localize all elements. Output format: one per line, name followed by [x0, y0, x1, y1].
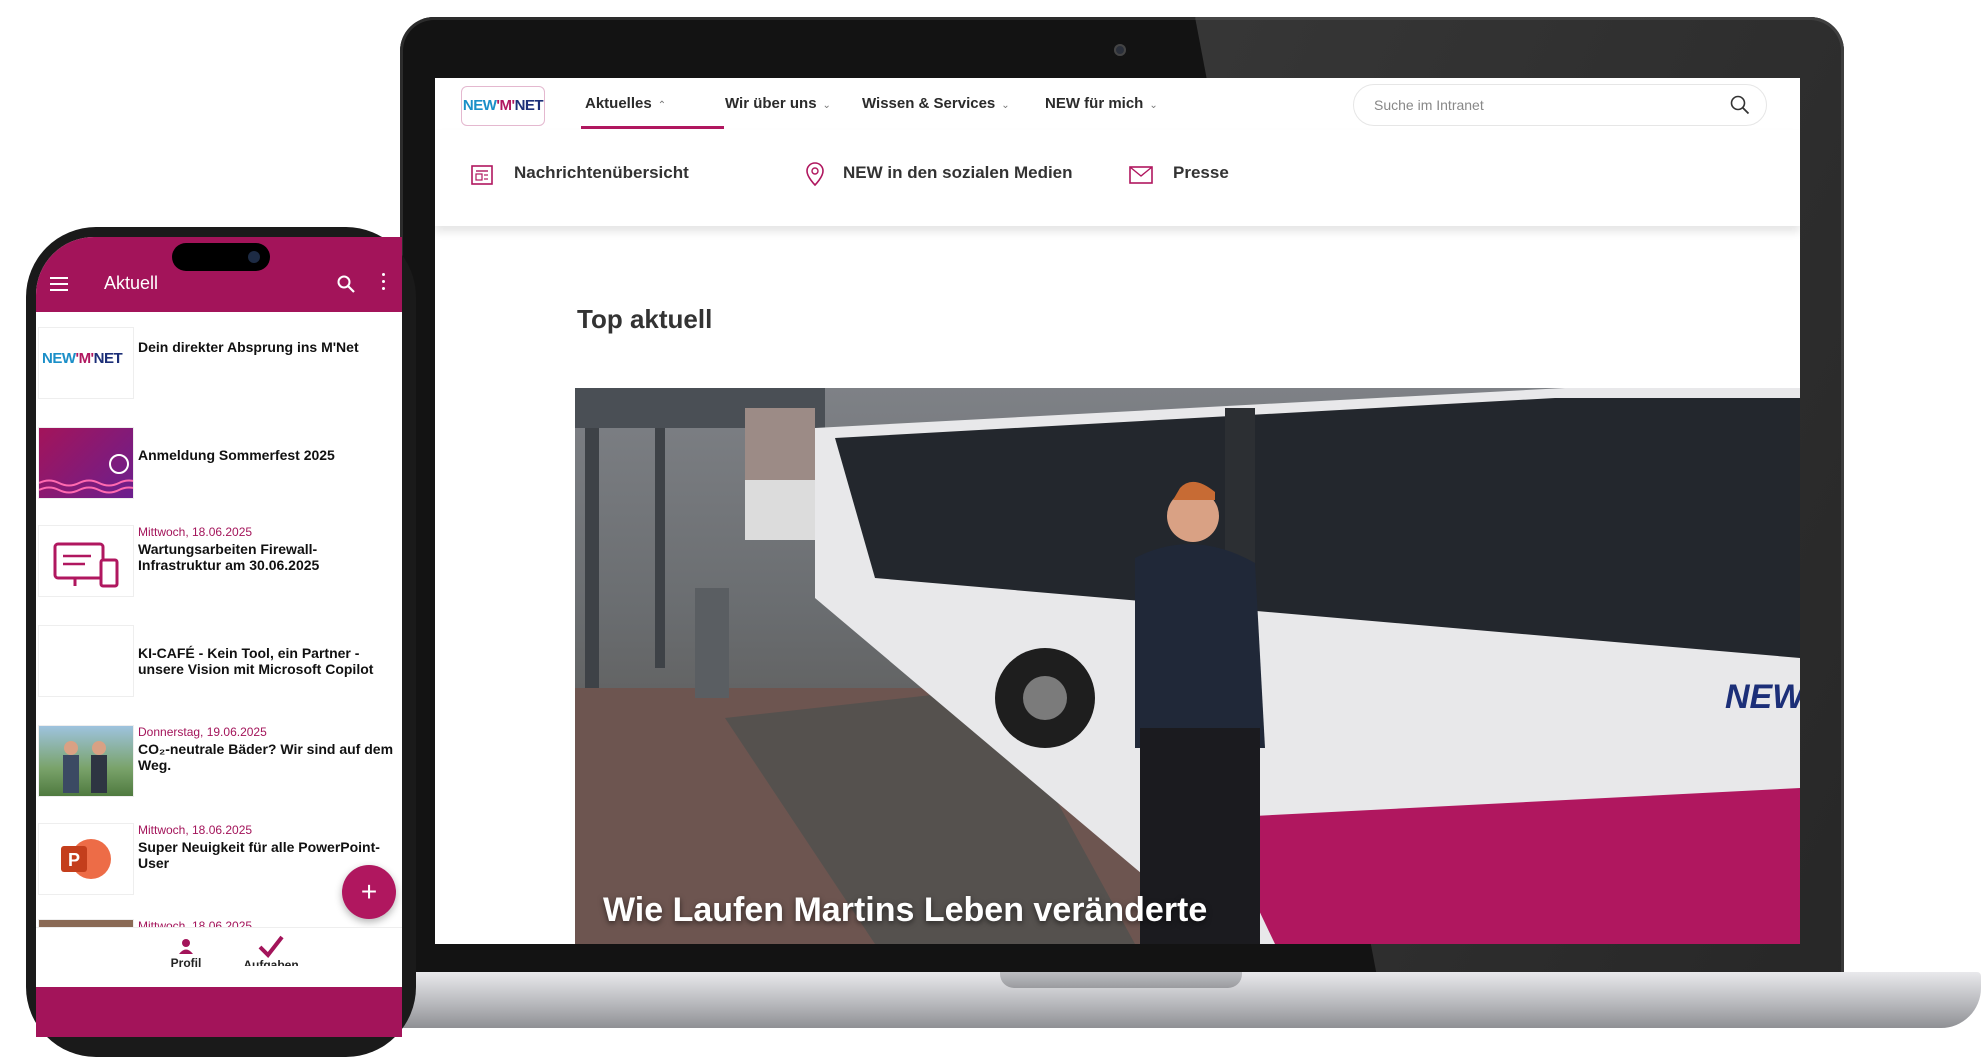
search-icon[interactable]: [1730, 95, 1750, 115]
tab-label: Aufgaben: [243, 958, 299, 966]
phone-screen: Aktuell NEW'M'NET Dein direkter Absprung…: [36, 237, 402, 1037]
list-item[interactable]: Anmeldung Sommerfest 2025: [36, 427, 402, 503]
nav-item-aktuelles[interactable]: Aktuelles ⌃: [585, 78, 666, 130]
news-title: Wartungsarbeiten Firewall-Infrastruktur …: [138, 541, 320, 573]
check-icon: [258, 935, 284, 958]
chevron-down-icon: ⌄: [1149, 100, 1158, 111]
chevron-up-icon: ⌃: [657, 100, 667, 111]
chevron-down-icon: ⌄: [1001, 100, 1010, 111]
nav-item-new-fuer-mich[interactable]: NEW für mich ⌄: [1045, 78, 1158, 130]
section-title: Top aktuell: [577, 304, 713, 334]
news-date: Mittwoch, 18.06.2025: [138, 525, 253, 539]
laptop-notch: [1000, 972, 1242, 988]
app-title: Aktuell: [104, 273, 159, 293]
add-button[interactable]: +: [342, 865, 396, 919]
bottom-navigation: Profil Aufgaben: [36, 927, 402, 988]
tab-profil[interactable]: Profil: [156, 938, 216, 970]
aktuelles-submenu: Nachrichtenübersicht NEW in den sozialen…: [435, 130, 1800, 226]
submenu-soziale-medien[interactable]: NEW in den sozialen Medien: [843, 158, 1073, 188]
hero-title: Wie Laufen Martins Leben veränderte: [603, 891, 1208, 929]
list-item[interactable]: NEW'M'NET Dein direkter Absprung ins M'N…: [36, 327, 402, 403]
envelope-icon: [1129, 166, 1153, 184]
search-input[interactable]: Suche im Intranet: [1353, 84, 1767, 126]
laptop-screen: NEW'M'NET Aktuelles ⌃ Wir über uns ⌄ Wisse…: [435, 78, 1800, 944]
newspaper-icon: [471, 165, 493, 185]
submenu-nachrichtenuebersicht[interactable]: Nachrichtenübersicht: [514, 158, 689, 188]
location-pin-icon: [806, 162, 824, 187]
nav-label: Wissen & Services: [862, 95, 996, 112]
sommerfest-thumb: [38, 427, 134, 499]
list-item[interactable]: KI-CAFÉ - Kein Tool, ein Partner - unser…: [36, 625, 402, 701]
news-date: Mittwoch, 18.06.2025: [138, 823, 253, 837]
hero-photo: NEW: [575, 388, 1800, 944]
mnet-logo-thumb: NEW'M'NET: [38, 327, 134, 399]
svg-text:NEW: NEW: [1725, 678, 1800, 716]
news-title: KI-CAFÉ - Kein Tool, ein Partner - unser…: [138, 645, 374, 677]
news-title: CO₂-neutrale Bäder? Wir sind auf dem Weg…: [138, 741, 394, 773]
list-item[interactable]: Mittwoch, 18.06.2025 Wartungsarbeiten Fi…: [36, 525, 402, 601]
list-item[interactable]: Donnerstag, 19.06.2025 CO₂-neutrale Bäde…: [36, 725, 402, 801]
active-tab-indicator: [581, 126, 724, 129]
logo-part-new: NEW: [462, 97, 497, 114]
nav-item-wissen-services[interactable]: Wissen & Services ⌄: [862, 78, 1010, 130]
people-photo-thumb: [38, 725, 134, 797]
search-placeholder: Suche im Intranet: [1374, 97, 1484, 113]
more-vert-icon[interactable]: [382, 273, 386, 291]
person-icon: [179, 939, 193, 954]
nav-item-wir-ueber-uns[interactable]: Wir über uns ⌄: [725, 78, 831, 130]
mnet-logo[interactable]: NEW'M'NET: [461, 86, 545, 126]
webcam: [1114, 44, 1126, 56]
top-navigation: NEW'M'NET Aktuelles ⌃ Wir über uns ⌄ Wisse…: [435, 78, 1800, 131]
phone-bottom-strip: [36, 987, 402, 1037]
submenu-presse[interactable]: Presse: [1173, 158, 1229, 188]
hero-news-card[interactable]: NEW Wie Laufen Martins Leben veränderte: [575, 388, 1800, 944]
nav-label: Wir über uns: [725, 95, 817, 112]
front-camera: [248, 251, 260, 263]
powerpoint-icon: P: [38, 823, 134, 895]
news-title: Anmeldung Sommerfest 2025: [138, 447, 335, 463]
search-icon[interactable]: [336, 274, 356, 294]
news-date: Donnerstag, 19.06.2025: [138, 725, 267, 739]
computer-icon: [38, 525, 134, 597]
nav-label: NEW für mich: [1045, 95, 1144, 112]
blank-thumb: [38, 625, 134, 697]
nav-label: Aktuelles: [585, 95, 652, 112]
svg-text:P: P: [68, 850, 80, 870]
tab-label: Profil: [170, 956, 202, 970]
tab-aufgaben[interactable]: Aufgaben: [241, 934, 301, 966]
menu-icon[interactable]: [50, 277, 68, 291]
logo-part-m: 'M': [496, 97, 515, 114]
logo-part-net: NET: [514, 97, 544, 114]
chevron-down-icon: ⌄: [822, 100, 831, 111]
news-title: Dein direkter Absprung ins M'Net: [138, 339, 359, 355]
